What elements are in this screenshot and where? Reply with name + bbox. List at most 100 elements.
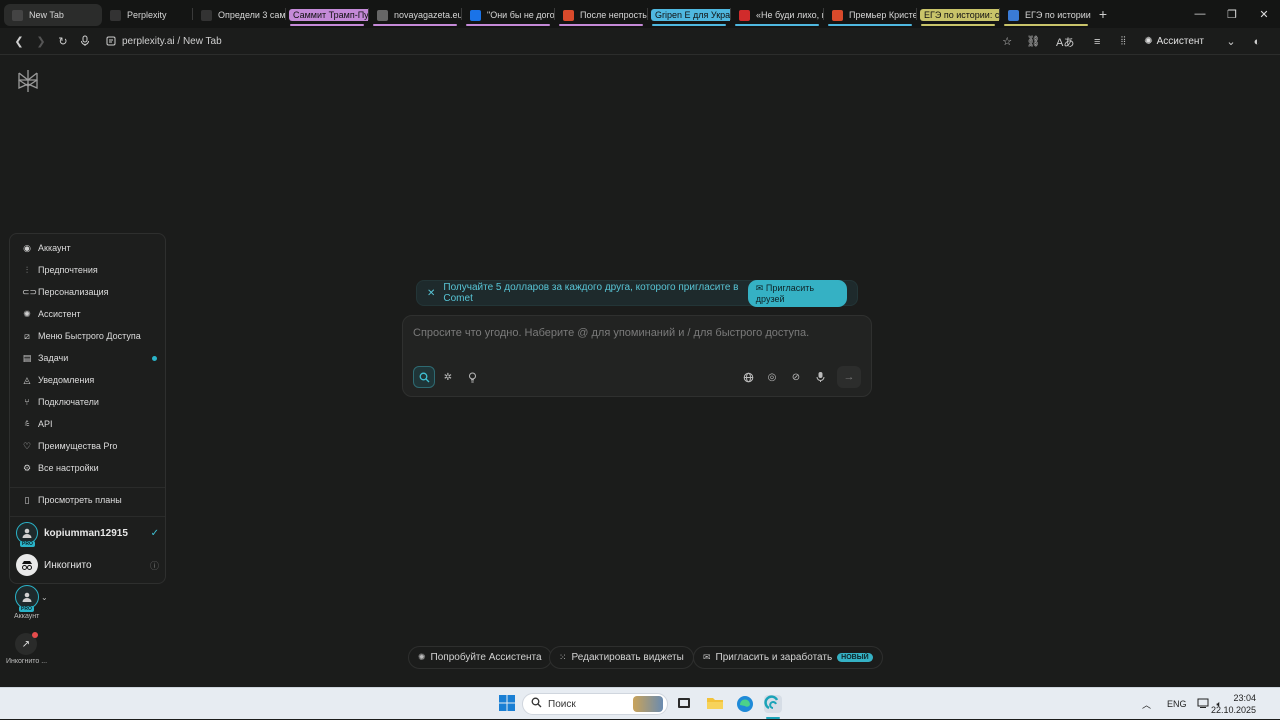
menu-item-10[interactable]: ♡ Преимущества Pro: [22, 435, 157, 457]
search-placeholder: Поиск: [548, 698, 576, 710]
view-plans-item[interactable]: ▯ Просмотреть планы: [22, 489, 157, 511]
invite-friends-button[interactable]: ✉ Пригласить друзей: [747, 279, 847, 307]
site-info-icon[interactable]: [100, 31, 122, 51]
sidebar-account-avatar[interactable]: PRO: [15, 585, 39, 612]
taskbar-search[interactable]: Поиск: [522, 693, 668, 715]
menu-item-1[interactable]: ◉ Аккаунт: [22, 237, 157, 259]
comet-browser-icon[interactable]: [764, 695, 782, 713]
close-icon[interactable]: ✕: [427, 288, 435, 299]
tab-1[interactable]: New Tab: [4, 4, 102, 26]
microphone-icon[interactable]: [74, 31, 96, 51]
tab-4[interactable]: Саммит Трамп-Пу: [286, 4, 368, 26]
task-view-icon[interactable]: [676, 695, 694, 713]
news-icon: [470, 9, 481, 21]
menu-item-3[interactable]: ⊂⊃ Персонализация: [22, 281, 157, 303]
query-composer[interactable]: Спросите что угодно. Наберите @ для упом…: [402, 315, 872, 397]
back-icon[interactable]: ❮: [8, 31, 30, 51]
news-icon: [832, 9, 843, 21]
language-indicator[interactable]: ENG: [1167, 699, 1187, 709]
chevron-down-icon[interactable]: ⌄: [41, 593, 48, 602]
tab-group-underline: [652, 24, 726, 26]
wifi-icon[interactable]: [1197, 698, 1209, 710]
menu-item-label: Персонализация: [38, 287, 109, 297]
edit-widgets-button[interactable]: ⁙ Редактировать виджеты: [549, 646, 694, 669]
tab-title: novayagazeta.eu: [394, 10, 461, 20]
reload-icon[interactable]: ↻: [52, 31, 74, 51]
username: kopiumman12915: [44, 527, 128, 539]
shortcut-icon: ⧄: [24, 331, 30, 341]
clock-time: 23:04: [1233, 693, 1256, 703]
tab-group-underline: [290, 24, 364, 26]
incognito-icon: [16, 554, 38, 576]
info-icon[interactable]: ⓘ: [150, 559, 159, 572]
lightbulb-icon[interactable]: [461, 366, 483, 388]
tab-12[interactable]: ЕГЭ по истории д: [1000, 4, 1092, 26]
toggle-icon: ⊂⊃: [22, 287, 38, 297]
menu-item-9[interactable]: ⩯ API: [22, 413, 157, 435]
search-icon: [531, 697, 542, 711]
tab-group-label[interactable]: Gripen E для Укра: [651, 9, 730, 21]
try-assistant-button[interactable]: ✺ Попробуйте Ассистента: [408, 646, 552, 669]
menu-item-5[interactable]: ⧄ Меню Быстрого Доступа: [22, 325, 157, 347]
tab-group-label[interactable]: Саммит Трамп-Пу: [289, 9, 368, 21]
tab-10[interactable]: Премьер Кристер: [824, 4, 916, 26]
translate-icon[interactable]: Aあ: [1054, 32, 1076, 52]
tab-title: «Не буди лихо, по: [756, 10, 823, 20]
link-icon[interactable]: ⛓: [1022, 32, 1044, 52]
menu-item-4[interactable]: ✺ Ассистент: [22, 303, 157, 325]
new-tab-icon[interactable]: +: [1092, 6, 1114, 22]
chevron-down-icon[interactable]: ⌄: [1220, 32, 1242, 52]
profile-icon[interactable]: ◐: [1246, 32, 1268, 52]
query-input-placeholder[interactable]: Спросите что угодно. Наберите @ для упом…: [413, 327, 809, 339]
address-bar[interactable]: perplexity.ai / New Tab: [122, 36, 222, 47]
menu-item-2[interactable]: ⫶ Предпочтения: [22, 259, 157, 281]
tab-9[interactable]: «Не буди лихо, по: [731, 4, 823, 26]
tab-11[interactable]: ЕГЭ по истории: с: [917, 4, 999, 26]
menu-item-8[interactable]: ⑂ Подключатели: [22, 391, 157, 413]
assistant-button[interactable]: ✺ Ассистент: [1138, 36, 1210, 47]
tab-group-underline: [921, 24, 995, 26]
tab-5[interactable]: novayagazeta.eu: [369, 4, 461, 26]
tab-6[interactable]: "Они бы не догов: [462, 4, 554, 26]
invite-friends-label: Пригласить друзей: [755, 282, 815, 304]
tab-7[interactable]: После непросты: [555, 4, 647, 26]
star-icon[interactable]: ☆: [996, 32, 1018, 52]
paperclip-icon[interactable]: ⊘: [785, 366, 807, 388]
sidebar-account-label: Аккаунт: [14, 613, 40, 620]
windows-start-icon[interactable]: [499, 695, 517, 713]
research-mode-icon[interactable]: ✲: [437, 366, 459, 388]
model-selector-icon[interactable]: ◎: [761, 366, 783, 388]
microphone-icon[interactable]: [809, 366, 831, 388]
grid-icon: ⁙: [559, 652, 567, 662]
menu-item-7[interactable]: ◬ Уведомления: [22, 369, 157, 391]
tab-8[interactable]: Gripen E для Укра: [648, 4, 730, 26]
restore-icon[interactable]: ❐: [1216, 8, 1248, 21]
system-clock[interactable]: 23:04 22.10.2025: [1211, 692, 1256, 716]
globe-icon[interactable]: [737, 366, 759, 388]
user-account-row[interactable]: PRO kopiumman12915 ✓: [16, 519, 159, 547]
menu-item-label: Аккаунт: [38, 243, 71, 253]
news-icon: [1008, 9, 1019, 21]
close-icon[interactable]: ✕: [1248, 8, 1280, 21]
file-explorer-icon[interactable]: [706, 695, 724, 713]
news-icon: [739, 9, 750, 21]
invite-earn-label: Пригласить и заработать: [715, 652, 833, 663]
tab-2[interactable]: Perplexity: [102, 4, 192, 26]
send-button[interactable]: →: [837, 366, 861, 388]
tab-3[interactable]: Определи 3 сами: [193, 4, 285, 26]
status-dot: [152, 355, 157, 361]
minimize-icon[interactable]: —: [1184, 8, 1216, 20]
menu-lines-icon[interactable]: ≡: [1086, 32, 1108, 52]
forward-icon[interactable]: ❯: [30, 31, 52, 51]
menu-item-6[interactable]: ▤ Задачи: [22, 347, 157, 369]
chevron-up-icon[interactable]: ︿: [1142, 698, 1151, 711]
incognito-row[interactable]: Инкогнито ⓘ: [16, 551, 159, 579]
news-icon: [563, 9, 574, 21]
edge-browser-icon[interactable]: [736, 695, 754, 713]
menu-item-11[interactable]: ⚙ Все настройки: [22, 457, 157, 479]
search-mode-icon[interactable]: [413, 366, 435, 388]
invite-earn-button[interactable]: ✉ Пригласить и заработать НОВЫЙ: [693, 646, 883, 669]
api-icon: ⩯: [24, 419, 30, 429]
tab-group-label[interactable]: ЕГЭ по истории: с: [920, 9, 999, 21]
audio-wave-icon[interactable]: ⦙⦙: [1112, 32, 1134, 52]
